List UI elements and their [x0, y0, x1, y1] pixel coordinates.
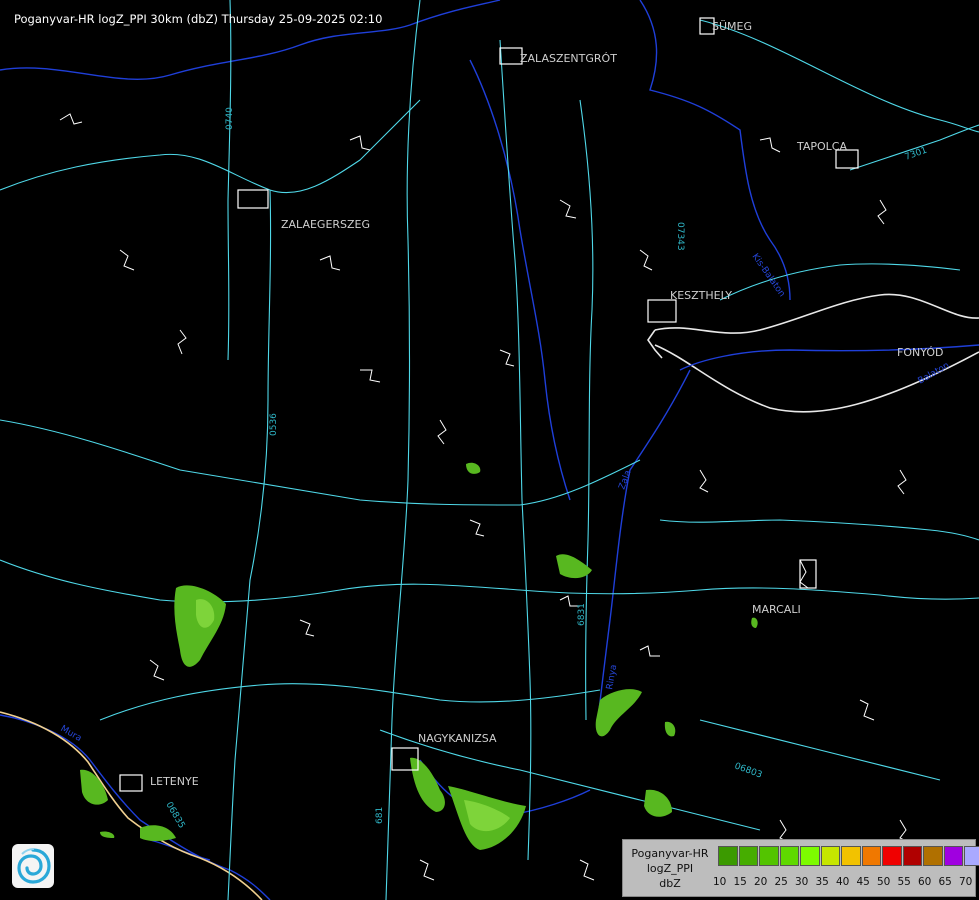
legend-swatch: [882, 846, 902, 866]
city-label-zalaszentgrot: ZALASZENTGRÓT: [520, 52, 617, 65]
legend-swatch: [820, 846, 840, 866]
legend-swatch: [759, 846, 779, 866]
road-label: 6831: [577, 603, 587, 626]
legend-line-1: Poganyvar-HR: [631, 847, 709, 860]
legend-swatch: [964, 846, 979, 866]
legend-line-3: dbZ: [659, 877, 681, 890]
legend-tick-label: 15: [733, 876, 747, 888]
legend-tick-label: 70: [959, 876, 973, 888]
legend-swatch: [861, 846, 881, 866]
swirl-icon: [17, 848, 51, 884]
city-label-zalaegerszeg: ZALAEGERSZEG: [281, 218, 370, 231]
legend-swatch: [902, 846, 922, 866]
legend-tick-label: 10: [713, 876, 727, 888]
city-label-sumeg: SÜMEG: [712, 20, 752, 33]
legend-tick-label: 45: [856, 876, 870, 888]
legend-line-2: logZ_PPI: [646, 862, 694, 875]
road-label: 07343: [675, 222, 685, 251]
legend-swatch: [779, 846, 799, 866]
legend-tick-label: 20: [754, 876, 768, 888]
legend-swatch: [923, 846, 943, 866]
legend-swatch: [738, 846, 758, 866]
legend-tick-label: 55: [897, 876, 911, 888]
legend-tick-label: 65: [938, 876, 952, 888]
city-label-nagykanizsa: NAGYKANIZSA: [418, 732, 497, 745]
legend-swatch: [718, 846, 738, 866]
weather-service-logo: [12, 844, 54, 888]
city-label-tapolca: TAPOLCA: [796, 140, 847, 153]
city-label-fonyod: FONYÓD: [897, 346, 943, 359]
city-label-keszthely: KESZTHELY: [670, 289, 732, 302]
legend-tick-label: 25: [774, 876, 788, 888]
legend-swatch: [800, 846, 820, 866]
road-label: 0536: [269, 413, 279, 436]
legend-tick-label: 50: [877, 876, 891, 888]
road-label: 681: [375, 807, 385, 824]
legend-tick-label: 35: [815, 876, 829, 888]
city-label-marcali: MARCALI: [752, 603, 801, 616]
legend-swatch: [943, 846, 963, 866]
legend-color-bar: [718, 846, 979, 868]
legend-swatch: [841, 846, 861, 866]
city-label-letenye: LETENYE: [150, 775, 199, 788]
road-label: 0740: [225, 107, 235, 130]
legend-tick-label: 60: [918, 876, 932, 888]
legend-title: Poganyvar-HR logZ_PPI dbZ: [625, 846, 715, 891]
radar-map: SÜMEG ZALASZENTGRÓT TAPOLCA ZALAEGERSZEG…: [0, 0, 979, 900]
legend-tick-label: 40: [836, 876, 850, 888]
legend-tick-label: 30: [795, 876, 809, 888]
color-legend: Poganyvar-HR logZ_PPI dbZ 10 15 20 25 30 35 40…: [622, 839, 979, 897]
map-title: Poganyvar-HR logZ_PPI 30km (dbZ) Thursda…: [14, 12, 383, 26]
